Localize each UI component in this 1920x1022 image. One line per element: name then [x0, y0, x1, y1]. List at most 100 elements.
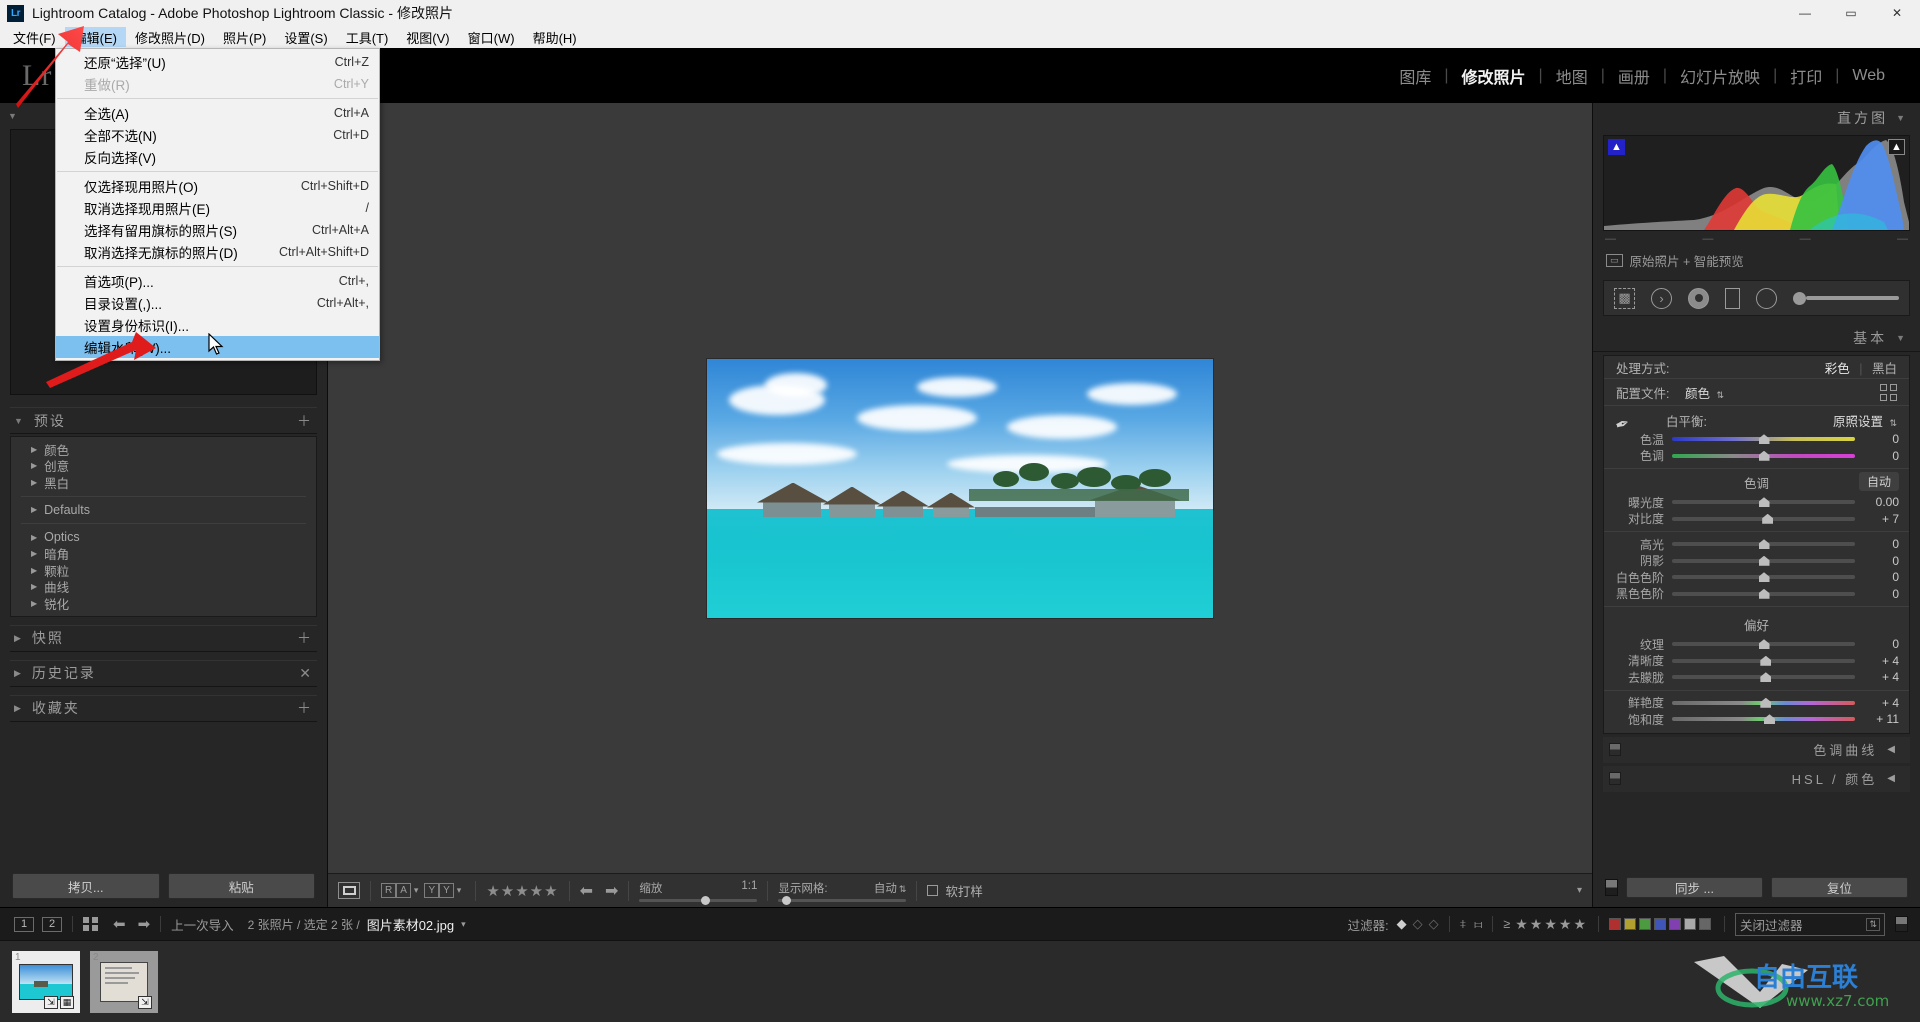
- treatment-color-option[interactable]: 彩色: [1825, 362, 1850, 376]
- reset-button[interactable]: 复位: [1771, 877, 1908, 898]
- module-tab-0[interactable]: 图库: [1386, 64, 1444, 88]
- preset-group-row[interactable]: ▶Defaults: [11, 502, 316, 519]
- soft-proofing-toggle[interactable]: 软打样: [927, 881, 983, 900]
- slider-row[interactable]: 去朦胧+ 4: [1604, 669, 1909, 686]
- minimize-button[interactable]: —: [1782, 0, 1828, 26]
- histogram-graph[interactable]: ▲ ▲: [1603, 135, 1910, 231]
- toolbar-collapse-icon[interactable]: ▾: [1577, 885, 1582, 896]
- histogram-collapse-icon[interactable]: ▼: [1896, 113, 1908, 123]
- filename-caret-icon[interactable]: ▾: [461, 919, 466, 930]
- preset-group-row[interactable]: ▶黑白: [11, 474, 316, 491]
- paste-settings-button[interactable]: 粘贴: [168, 873, 316, 899]
- slider-knob[interactable]: [1762, 514, 1773, 524]
- slider-track[interactable]: [1672, 717, 1855, 721]
- grid-value[interactable]: 自动: [874, 883, 897, 895]
- slider-row[interactable]: 阴影0: [1604, 553, 1909, 570]
- collapse-arrow-icon[interactable]: ◀: [1887, 744, 1898, 755]
- left-section-action-icon[interactable]: ＋: [297, 698, 313, 718]
- slider-track[interactable]: [1672, 437, 1855, 441]
- adjustment-brush-icon[interactable]: [1793, 292, 1899, 305]
- slider-row[interactable]: 色温0: [1604, 431, 1909, 448]
- slider-knob[interactable]: [1759, 434, 1770, 444]
- flag-pick-icon[interactable]: ◆: [1397, 916, 1407, 932]
- slider-knob[interactable]: [1759, 556, 1770, 566]
- maximize-button[interactable]: ▭: [1828, 0, 1874, 26]
- menu-1[interactable]: 编辑(E): [65, 27, 126, 47]
- identity-plate[interactable]: Lr: [22, 59, 52, 93]
- module-tab-4[interactable]: 幻灯片放映: [1667, 64, 1773, 88]
- menu-4[interactable]: 设置(S): [275, 27, 336, 47]
- menu-item-2-1[interactable]: 取消选择现用照片(E)/: [56, 197, 379, 219]
- module-tab-6[interactable]: Web: [1839, 67, 1898, 85]
- flag-chip-y2[interactable]: Y: [439, 883, 454, 898]
- screen-1-button[interactable]: 1: [14, 917, 34, 932]
- zoom-slider-knob[interactable]: [701, 896, 710, 905]
- slider-track[interactable]: [1672, 542, 1855, 546]
- profile-value[interactable]: 颜色: [1685, 387, 1710, 401]
- zoom-slider-track[interactable]: [639, 899, 757, 902]
- expand-arrow-icon[interactable]: ▶: [31, 445, 37, 454]
- basic-collapse-icon[interactable]: ▼: [1896, 333, 1908, 343]
- expand-arrow-icon[interactable]: ▶: [31, 533, 37, 542]
- preset-group-row[interactable]: ▶锐化: [11, 595, 316, 612]
- shadow-clipping-icon[interactable]: ▲: [1608, 139, 1625, 155]
- slider-knob[interactable]: [1760, 698, 1771, 708]
- left-section-action-icon[interactable]: ✕: [299, 665, 313, 682]
- right-section-1[interactable]: HSL / 颜色◀: [1603, 766, 1910, 792]
- auto-tone-button[interactable]: 自动: [1859, 472, 1899, 491]
- sync-settings-button[interactable]: 同步 ...: [1626, 877, 1763, 898]
- slider-row[interactable]: 曝光度0.00: [1604, 494, 1909, 511]
- expand-arrow-icon[interactable]: ▶: [31, 478, 37, 487]
- color-label-swatch-4[interactable]: [1669, 918, 1681, 930]
- auto-sync-switch[interactable]: [1605, 879, 1618, 896]
- slider-knob[interactable]: [1760, 656, 1771, 666]
- menu-item-3-2[interactable]: 设置身份标识(I)...: [56, 314, 379, 336]
- slider-row[interactable]: 高光0: [1604, 536, 1909, 553]
- slider-knob[interactable]: [1759, 589, 1770, 599]
- graduated-filter-icon[interactable]: [1725, 288, 1740, 309]
- slider-track[interactable]: [1672, 659, 1855, 663]
- soft-proofing-checkbox[interactable]: [927, 885, 938, 896]
- slider-row[interactable]: 白色色阶0: [1604, 569, 1909, 586]
- left-section-2[interactable]: ▶收藏夹＋: [10, 695, 317, 722]
- slider-track[interactable]: [1672, 559, 1855, 563]
- left-section-action-icon[interactable]: ＋: [297, 628, 313, 648]
- edited-photos-icon[interactable]: ⧧: [1460, 916, 1467, 932]
- left-section-0[interactable]: ▶快照＋: [10, 625, 317, 652]
- menu-item-1-1[interactable]: 全部不选(N)Ctrl+D: [56, 124, 379, 146]
- expand-arrow-icon[interactable]: ▶: [14, 703, 23, 714]
- image-canvas[interactable]: [328, 103, 1592, 873]
- module-tab-1[interactable]: 修改照片: [1449, 64, 1539, 88]
- grid-overlay-group[interactable]: 显示网格:自动⇅: [778, 880, 906, 902]
- screen-2-button[interactable]: 2: [42, 917, 62, 932]
- menu-item-0-0[interactable]: 还原“选择”(U)Ctrl+Z: [56, 51, 379, 73]
- flag-chip-r[interactable]: R: [381, 883, 396, 898]
- thumbnail-badge[interactable]: ⇲: [138, 996, 152, 1009]
- zoom-slider-group[interactable]: 缩放1:1: [639, 880, 757, 902]
- slider-track[interactable]: [1672, 517, 1855, 521]
- unedited-photos-icon[interactable]: ⧦: [1474, 916, 1482, 932]
- radial-filter-icon[interactable]: [1756, 288, 1777, 309]
- preset-group-row[interactable]: ▶颗粒: [11, 562, 316, 579]
- slider-row[interactable]: 色调0: [1604, 448, 1909, 465]
- grid-caret-icon[interactable]: ⇅: [899, 884, 907, 894]
- module-tab-3[interactable]: 画册: [1605, 64, 1663, 88]
- go-back-icon[interactable]: ⬅: [113, 915, 126, 933]
- module-tab-2[interactable]: 地图: [1543, 64, 1601, 88]
- preview-photo[interactable]: [707, 359, 1213, 618]
- slider-track[interactable]: [1672, 675, 1855, 679]
- menu-item-3-0[interactable]: 首选项(P)...Ctrl+,: [56, 270, 379, 292]
- expand-arrow-icon[interactable]: ▶: [14, 633, 23, 644]
- chevron-down-icon[interactable]: ▾: [457, 885, 462, 896]
- filter-toggle-switch[interactable]: [1895, 916, 1908, 932]
- previous-photo-icon[interactable]: ⬅: [580, 881, 593, 901]
- slider-track[interactable]: [1672, 592, 1855, 596]
- section-switch-icon[interactable]: [1609, 743, 1621, 756]
- copy-settings-button[interactable]: 拷贝...: [12, 873, 160, 899]
- thumbnail-badge[interactable]: ▦: [60, 996, 74, 1009]
- slider-track[interactable]: [1672, 454, 1855, 458]
- histogram-header[interactable]: 直方图 ▼: [1593, 103, 1920, 133]
- expand-arrow-icon[interactable]: ▶: [14, 668, 23, 679]
- slider-knob[interactable]: [1764, 714, 1775, 724]
- preset-group-row[interactable]: ▶颜色: [11, 441, 316, 458]
